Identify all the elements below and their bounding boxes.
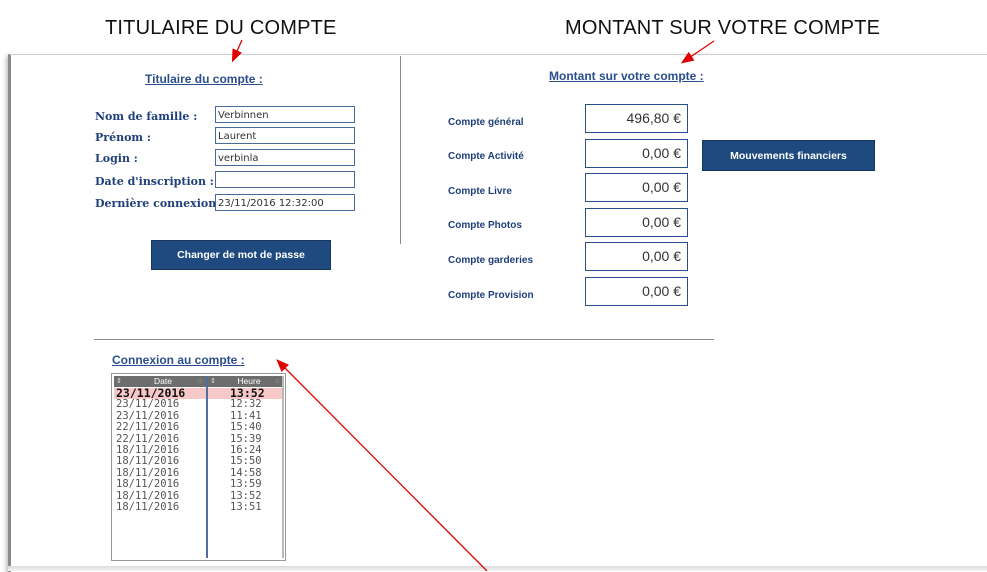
table-row[interactable]: 22/11/2016 15:40 [114, 421, 282, 434]
column-divider [206, 376, 208, 558]
account-label-activite: Compte Activité [448, 151, 524, 162]
account-amount-livre: 0,00 € [585, 173, 688, 202]
account-amount-garderies: 0,00 € [585, 242, 688, 271]
balance-section-title: Montant sur votre compte : [549, 69, 704, 83]
cell-date: 18/11/2016 [116, 501, 180, 513]
field-label-nom: Nom de famille : [95, 110, 198, 123]
derniere-connexion-field[interactable]: 23/11/2016 12:32:00 [215, 194, 355, 211]
account-label-livre: Compte Livre [448, 186, 512, 197]
cell-time: 13:59 [230, 478, 262, 491]
field-label-date-inscription: Date d'inscription : [95, 175, 214, 188]
cell-date: 22/11/2016 [116, 421, 180, 434]
field-label-derniere-connexion: Dernière connexion : [95, 197, 225, 210]
holder-section-title: Titulaire du compte : [145, 72, 263, 86]
mouvements-financiers-button[interactable]: Mouvements financiers [702, 140, 875, 171]
prenom-field[interactable]: Laurent [215, 127, 355, 144]
section-divider-vertical [400, 56, 401, 244]
cell-time: 13:51 [230, 501, 262, 513]
nom-field[interactable]: Verbinnen [215, 106, 355, 123]
change-password-button[interactable]: Changer de mot de passe [151, 240, 331, 270]
login-field[interactable]: verbinla [215, 149, 355, 166]
field-label-prenom: Prénom : [95, 131, 151, 144]
column-menu-icon[interactable]: ◌ [198, 376, 202, 387]
account-label-general: Compte général [448, 117, 524, 128]
account-label-garderies: Compte garderies [448, 255, 534, 266]
account-amount-provision: 0,00 € [585, 277, 688, 306]
account-amount-photos: 0,00 € [585, 208, 688, 237]
column-menu-icon[interactable]: ◌ [275, 376, 279, 387]
account-label-provision: Compte Provision [448, 290, 534, 301]
screenshot-bottom-edge [8, 566, 987, 571]
account-amount-general: 496,80 € [585, 104, 688, 133]
field-label-login: Login : [95, 152, 138, 165]
section-divider-horizontal [94, 339, 714, 340]
table-scrollbar[interactable] [282, 376, 284, 558]
annotation-montant: MONTANT SUR VOTRE COMPTE [565, 17, 881, 39]
connections-table: ⇕ Date ◌ ⇕ Heure ◌ 23/11/2016 13:52 23/11/… [111, 373, 286, 561]
connections-section-title: Connexion au compte : [112, 353, 245, 367]
sort-icon[interactable]: ⇕ [210, 376, 216, 387]
table-row[interactable]: 18/11/2016 13:59 [114, 478, 282, 491]
annotation-titulaire: TITULAIRE DU COMPTE [105, 17, 337, 39]
cell-date: 18/11/2016 [116, 478, 180, 491]
table-row[interactable]: 18/11/2016 13:51 [114, 501, 282, 513]
date-inscription-field[interactable] [215, 171, 355, 188]
account-label-photos: Compte Photos [448, 220, 522, 231]
cell-time: 15:40 [230, 421, 262, 434]
account-amount-activite: 0,00 € [585, 139, 688, 168]
